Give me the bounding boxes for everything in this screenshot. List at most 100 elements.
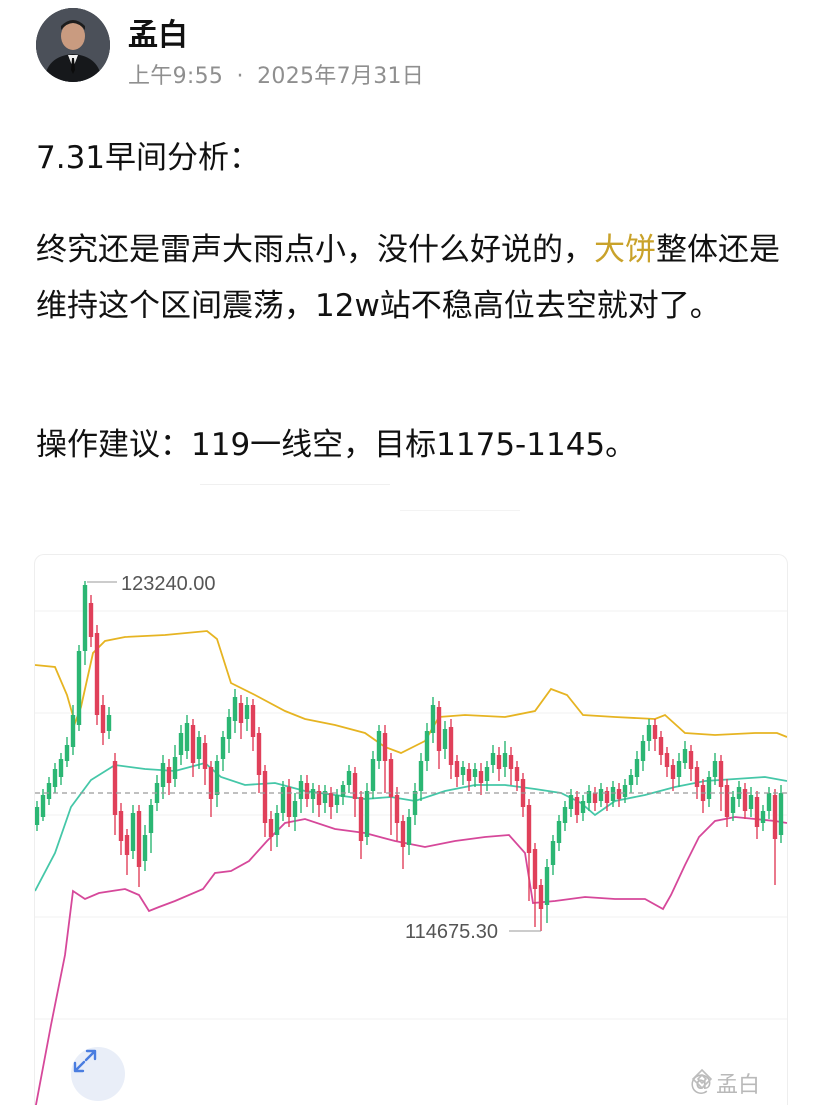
candle-up	[106, 715, 112, 731]
btc-tag-link[interactable]: 大饼	[594, 232, 656, 268]
candle-down	[448, 727, 454, 765]
candle-down	[514, 767, 520, 781]
watermark: @ 孟白	[690, 1067, 760, 1099]
candlestick-chart: 123240.00 114675.30	[35, 573, 787, 1105]
candle-down	[718, 761, 724, 787]
candle-up	[172, 757, 178, 779]
candle-up	[244, 705, 250, 719]
post-meta: 上午9:55 · 2025年7月31日	[128, 58, 424, 90]
candle-up	[730, 797, 736, 813]
candle-up	[634, 759, 640, 777]
candle-down	[358, 797, 364, 841]
candle-down	[286, 787, 292, 817]
candles	[35, 581, 784, 931]
candle-up	[130, 813, 136, 851]
post-paragraph: 终究还是雷声大雨点小，没什么好说的，大饼整体还是维持这个区间震荡，12w站不稳高…	[36, 222, 796, 334]
candle-up	[472, 769, 478, 777]
candle-up	[490, 753, 496, 765]
candle-down	[100, 705, 106, 733]
candle-down	[436, 707, 442, 751]
candle-down	[166, 767, 172, 783]
candle-up	[424, 731, 430, 761]
chart-card[interactable]: 123240.00 114675.30 @ 孟白	[34, 554, 788, 1105]
candle-up	[310, 789, 316, 799]
candle-up	[184, 723, 190, 751]
candle-down	[256, 733, 262, 775]
candle-down	[112, 761, 118, 815]
author-avatar[interactable]	[36, 8, 110, 82]
candle-up	[178, 733, 184, 755]
avatar-portrait	[36, 8, 110, 82]
trade-suggestion: 操作建议：119一线空，目标1175-1145。	[36, 427, 637, 463]
coin-logo-icon	[691, 1068, 713, 1090]
candle-down	[592, 793, 598, 803]
lower-band-line	[35, 816, 787, 1105]
candle-down	[118, 811, 124, 841]
candle-up	[142, 835, 148, 861]
post-header: 孟白 上午9:55 · 2025年7月31日	[0, 0, 828, 100]
candle-up	[550, 841, 556, 865]
candle-down	[478, 771, 484, 783]
paragraph-text-start: 终究还是雷声大雨点小，没什么好说的，	[36, 232, 594, 268]
candle-up	[292, 801, 298, 817]
candle-up	[544, 867, 550, 905]
candle-down	[688, 751, 694, 769]
candle-down	[508, 755, 514, 769]
candle-down	[250, 705, 256, 737]
candle-down	[652, 725, 658, 739]
candle-up	[460, 767, 466, 775]
candle-up	[760, 811, 766, 823]
post-title: 7.31早间分析：	[36, 140, 261, 176]
expand-button[interactable]	[71, 1047, 125, 1101]
candle-down	[238, 703, 244, 723]
candle-up	[280, 787, 286, 813]
candle-up	[640, 741, 646, 761]
candle-up	[376, 731, 382, 761]
author-name[interactable]: 孟白	[128, 10, 188, 54]
candle-up	[214, 761, 220, 795]
candle-up	[52, 769, 58, 787]
candle-down	[754, 797, 760, 827]
candle-down	[772, 795, 778, 839]
candle-down	[268, 819, 274, 837]
candle-up	[442, 729, 448, 749]
meta-separator: ·	[236, 64, 244, 89]
candle-up	[598, 789, 604, 801]
candle-up	[298, 781, 304, 799]
candle-up	[346, 771, 352, 785]
candle-up	[412, 791, 418, 815]
candle-up	[35, 807, 40, 825]
candle-down	[394, 795, 400, 823]
upper-band-line	[35, 630, 787, 754]
candle-down	[466, 769, 472, 781]
candle-down	[328, 793, 334, 807]
candle-down	[574, 797, 580, 815]
candle-up	[364, 791, 370, 837]
candle-down	[496, 755, 502, 769]
chart-grid	[35, 610, 787, 1020]
candle-up	[748, 795, 754, 809]
candle-up	[58, 759, 64, 777]
candle-down	[694, 767, 700, 787]
candle-down	[526, 805, 532, 853]
candle-up	[676, 761, 682, 777]
candle-up	[580, 801, 586, 813]
candle-up	[418, 761, 424, 791]
candle-up	[274, 813, 280, 835]
candle-up	[76, 651, 82, 725]
low-price-label: 114675.30	[405, 921, 498, 943]
candle-up	[484, 767, 490, 781]
candle-up	[682, 749, 688, 763]
section-divider-secondary	[400, 510, 520, 511]
candle-down	[454, 761, 460, 777]
candle-up	[712, 761, 718, 777]
candle-up	[562, 807, 568, 823]
candle-down	[94, 633, 100, 715]
candle-up	[82, 585, 88, 651]
candle-up	[778, 793, 784, 835]
candle-up	[406, 817, 412, 845]
post-time: 上午9:55	[128, 64, 224, 89]
candle-up	[430, 705, 436, 733]
candle-down	[616, 789, 622, 799]
bollinger-bands	[35, 630, 787, 1105]
